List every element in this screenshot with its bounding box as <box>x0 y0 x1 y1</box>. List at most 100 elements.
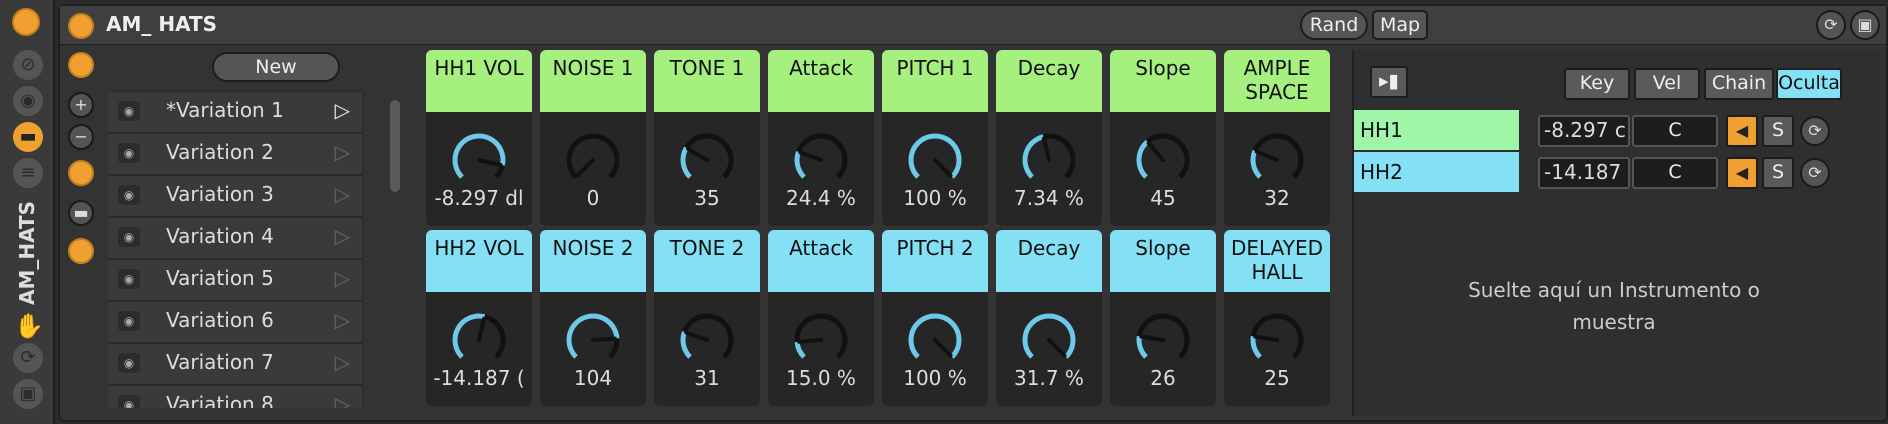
knob-dial[interactable] <box>1019 130 1079 190</box>
chain-name[interactable]: HH1 <box>1354 110 1519 150</box>
new-variation-button[interactable]: New <box>212 52 340 82</box>
macro-value[interactable]: 104 <box>540 366 646 390</box>
chain-activator-icon[interactable]: ▸▮ <box>1370 66 1408 98</box>
variation-row[interactable]: ◉ Variation 5 ▷ <box>108 260 362 302</box>
macro-value[interactable]: 24.4 % <box>768 186 874 210</box>
macro-knob[interactable]: DELAYED HALL 25 <box>1224 230 1330 406</box>
solo-button[interactable]: S <box>1762 115 1794 147</box>
variations-scrollbar[interactable] <box>390 100 400 192</box>
macro-knob[interactable]: Decay 31.7 % <box>996 230 1102 406</box>
macro-knob[interactable]: Attack 24.4 % <box>768 50 874 226</box>
hot-swap-icon[interactable]: ⊘ <box>13 50 43 80</box>
macro-map-toggle-icon[interactable] <box>68 52 94 78</box>
refresh-icon[interactable]: ⟳ <box>13 343 43 373</box>
play-icon[interactable]: ▷ <box>335 224 350 248</box>
knob-dial[interactable] <box>677 310 737 370</box>
chain-key-field[interactable]: C <box>1632 115 1718 147</box>
macro-knob[interactable]: HH1 VOL -8.297 dl <box>426 50 532 226</box>
save-icon[interactable]: ▣ <box>1850 10 1880 40</box>
macro-knob[interactable]: NOISE 2 104 <box>540 230 646 406</box>
remove-icon[interactable]: − <box>68 124 94 150</box>
macro-knob[interactable]: TONE 2 31 <box>654 230 760 406</box>
knob-dial[interactable] <box>1133 130 1193 190</box>
map-button[interactable]: Map <box>1372 10 1428 40</box>
drop-zone-text[interactable]: Suelte aquí un Instrumento o muestra <box>1444 274 1784 338</box>
macro-value[interactable]: -14.187 ( <box>426 366 532 390</box>
macro-value[interactable]: 45 <box>1110 186 1216 210</box>
variations-list-icon[interactable] <box>68 238 94 264</box>
macro-value[interactable]: 31.7 % <box>996 366 1102 390</box>
macro-knob[interactable]: Slope 26 <box>1110 230 1216 406</box>
macro-value[interactable]: 100 % <box>882 366 988 390</box>
macro-value[interactable]: 100 % <box>882 186 988 210</box>
knob-dial[interactable] <box>563 130 623 190</box>
play-icon[interactable]: ▷ <box>335 98 350 122</box>
macro-knob[interactable]: Attack 15.0 % <box>768 230 874 406</box>
chain-refresh-icon[interactable]: ⟳ <box>1800 158 1830 188</box>
speaker-icon[interactable]: ◀ <box>1726 115 1758 147</box>
variation-row[interactable]: ◉ *Variation 1 ▷ <box>108 92 362 134</box>
macro-knob[interactable]: Slope 45 <box>1110 50 1216 226</box>
rand-button[interactable]: Rand <box>1300 10 1368 40</box>
macro-knob[interactable]: AMPLE SPACE 32 <box>1224 50 1330 226</box>
macro-knob[interactable]: TONE 1 35 <box>654 50 760 226</box>
chain-key-field[interactable]: C <box>1632 157 1718 189</box>
store-variation-icon[interactable] <box>68 160 94 186</box>
macro-value[interactable]: 31 <box>654 366 760 390</box>
camera-icon[interactable]: ◉ <box>118 101 140 121</box>
macro-value[interactable]: 26 <box>1110 366 1216 390</box>
knob-dial[interactable] <box>1019 310 1079 370</box>
refresh-icon[interactable]: ⟳ <box>1816 10 1846 40</box>
macro-knob[interactable]: Decay 7.34 % <box>996 50 1102 226</box>
macro-knob[interactable]: HH2 VOL -14.187 ( <box>426 230 532 406</box>
camera-icon[interactable]: ◉ <box>118 269 140 289</box>
key-zone-button[interactable]: Key <box>1564 68 1630 100</box>
knob-dial[interactable] <box>1133 310 1193 370</box>
variation-row[interactable]: ◉ Variation 3 ▷ <box>108 176 362 218</box>
hand-icon[interactable]: ✋ <box>14 312 44 340</box>
chain-row[interactable]: HH2 -14.187 C ◀ S ⟳ <box>1354 152 1864 192</box>
knob-dial[interactable] <box>1247 310 1307 370</box>
save-preset-icon[interactable]: ◉ <box>13 86 43 116</box>
chain-select-button[interactable]: Chain <box>1704 68 1774 100</box>
variation-row[interactable]: ◉ Variation 4 ▷ <box>108 218 362 260</box>
hide-button[interactable]: Oculta <box>1776 68 1842 100</box>
macro-value[interactable]: 0 <box>540 186 646 210</box>
show-chains-toggle-icon[interactable]: ≡ <box>13 158 43 188</box>
save-icon[interactable]: ▣ <box>13 379 43 409</box>
variation-row[interactable]: ◉ Variation 8 ▷ <box>108 386 362 408</box>
macro-value[interactable]: 7.34 % <box>996 186 1102 210</box>
chain-refresh-icon[interactable]: ⟳ <box>1800 116 1830 146</box>
add-icon[interactable]: + <box>68 92 94 118</box>
knob-dial[interactable] <box>905 130 965 190</box>
play-icon[interactable]: ▷ <box>335 392 350 408</box>
macro-value[interactable]: 15.0 % <box>768 366 874 390</box>
chain-volume-field[interactable]: -8.297 c <box>1538 115 1630 147</box>
variation-row[interactable]: ◉ Variation 6 ▷ <box>108 302 362 344</box>
play-icon[interactable]: ▷ <box>335 266 350 290</box>
chain-row[interactable]: HH1 -8.297 c C ◀ S ⟳ <box>1354 110 1864 150</box>
camera-icon[interactable]: ◉ <box>118 227 140 247</box>
camera-icon[interactable]: ◉ <box>118 185 140 205</box>
device-activator-button[interactable] <box>12 8 40 36</box>
camera-icon[interactable]: ◉ <box>118 143 140 163</box>
knob-dial[interactable] <box>905 310 965 370</box>
macro-value[interactable]: 32 <box>1224 186 1330 210</box>
solo-button[interactable]: S <box>1762 157 1794 189</box>
camera-icon[interactable]: ◉ <box>118 353 140 373</box>
knob-dial[interactable] <box>563 310 623 370</box>
speaker-icon[interactable]: ◀ <box>1726 157 1758 189</box>
play-icon[interactable]: ▷ <box>335 182 350 206</box>
vel-zone-button[interactable]: Vel <box>1634 68 1700 100</box>
play-icon[interactable]: ▷ <box>335 308 350 332</box>
camera-icon[interactable]: ◉ <box>118 395 140 408</box>
knob-dial[interactable] <box>791 310 851 370</box>
recall-variation-icon[interactable]: ▬ <box>68 200 94 226</box>
knob-dial[interactable] <box>677 130 737 190</box>
chain-name[interactable]: HH2 <box>1354 152 1519 192</box>
play-icon[interactable]: ▷ <box>335 140 350 164</box>
knob-dial[interactable] <box>1247 130 1307 190</box>
camera-icon[interactable]: ◉ <box>118 311 140 331</box>
knob-dial[interactable] <box>449 310 509 370</box>
macro-value[interactable]: -8.297 dl <box>426 186 532 210</box>
